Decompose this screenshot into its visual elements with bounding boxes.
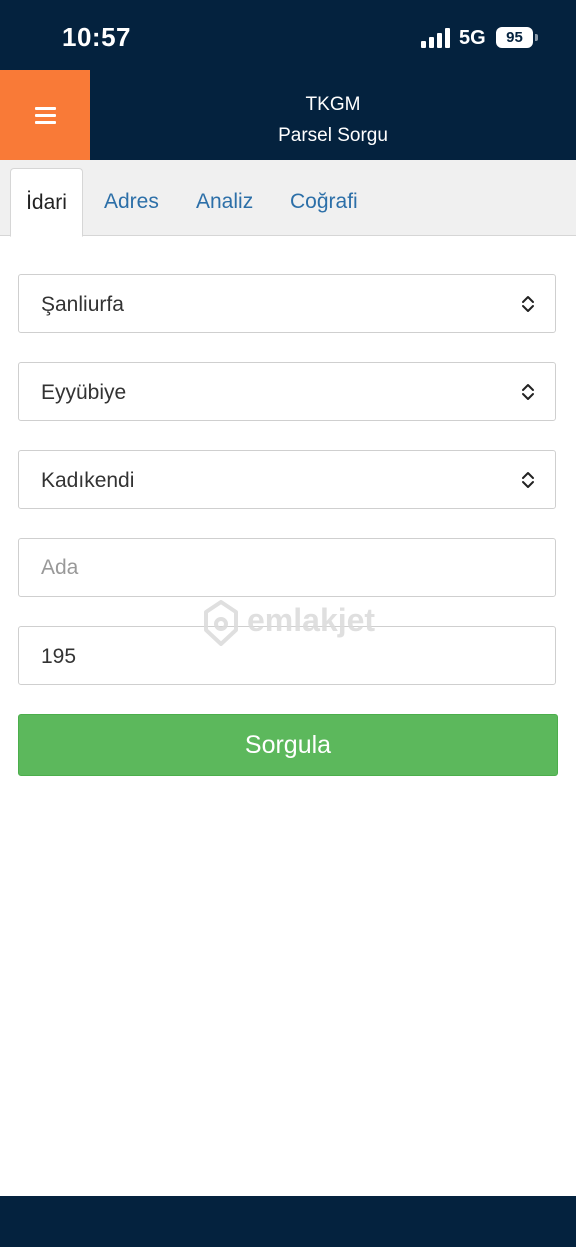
bottom-bar [0,1196,576,1247]
district-value: Eyyübiye [41,381,127,404]
tab-cografi[interactable]: Coğrafi [290,168,358,235]
menu-button[interactable] [0,70,90,160]
chevron-up-down-icon [522,472,534,488]
block-field[interactable] [18,538,556,597]
page-title: TKGM [305,94,361,115]
page-subtitle: Parsel Sorgu [278,125,388,146]
tab-adres[interactable]: Adres [104,168,159,235]
tab-idari[interactable]: İdari [10,168,83,237]
province-select[interactable]: Şanliurfa [18,274,556,333]
status-time: 10:57 [62,22,131,52]
battery-icon: 95 [496,27,533,48]
chevron-up-down-icon [522,296,534,312]
district-select[interactable]: Eyyübiye [18,362,556,421]
signal-icon [421,28,450,48]
tab-bar: İdari Adres Analiz Coğrafi [0,160,576,237]
parcel-value[interactable]: 195 [41,645,76,669]
neighborhood-select[interactable]: Kadıkendi [18,450,556,509]
status-bar: 10:57 5G 95 [0,0,576,70]
block-input[interactable] [41,539,521,596]
tab-analiz[interactable]: Analiz [196,168,253,235]
chevron-up-down-icon [522,384,534,400]
battery-tip [535,34,538,41]
neighborhood-value: Kadıkendi [41,469,135,492]
submit-button[interactable]: Sorgula [18,714,558,776]
province-value: Şanliurfa [41,293,124,316]
app-header: TKGM Parsel Sorgu [0,70,576,160]
emlakjet-logo-icon [204,600,238,646]
watermark-text: emlakjet [247,602,376,638]
network-label: 5G [459,27,486,49]
